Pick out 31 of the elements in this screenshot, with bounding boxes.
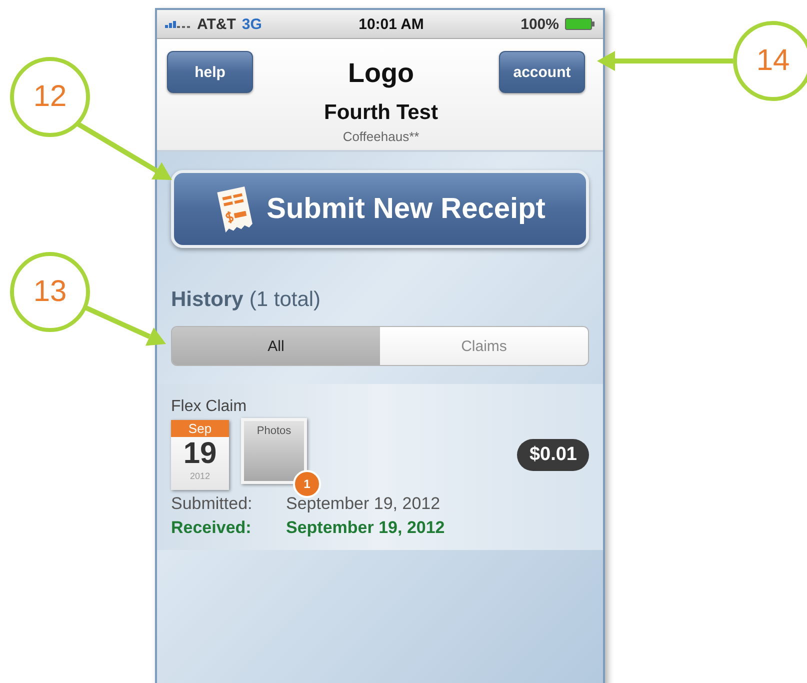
signal-icon — [165, 20, 191, 28]
date-label: Received: — [171, 518, 252, 538]
battery-icon — [565, 18, 595, 30]
account-button[interactable]: account — [499, 51, 585, 93]
receipt-icon — [214, 185, 255, 233]
callout-number: 12 — [10, 57, 90, 137]
date-value: September 19, 2012 — [286, 518, 446, 538]
help-button[interactable]: help — [167, 51, 253, 93]
day-number: 19 — [183, 437, 217, 471]
history-count: (1 total) — [249, 288, 321, 312]
year-label: 2012 — [190, 471, 210, 481]
page-subtitle: Coffeehaus** — [342, 128, 420, 144]
photo-count: 1 — [293, 470, 321, 498]
month-label: Sep — [171, 420, 229, 437]
history-heading: History — [171, 288, 244, 312]
photos-label: Photos — [256, 425, 292, 439]
callout-number: 14 — [733, 21, 807, 101]
claim-type: Flex Claim — [171, 398, 248, 416]
submit-receipt-button[interactable]: Submit New Receipt — [171, 170, 589, 248]
filter-tab[interactable]: Claims — [380, 327, 588, 365]
amount-pill: $0.01 — [517, 439, 589, 471]
page-title: Fourth Test — [323, 101, 439, 125]
carrier-name: AT&T — [197, 16, 236, 32]
network-type: 3G — [242, 16, 262, 32]
logo-text: Logo — [347, 58, 415, 88]
status-time: 10:01 AM — [358, 16, 424, 32]
battery-percent: 100% — [520, 16, 559, 32]
filter-tab[interactable]: All — [172, 327, 380, 365]
callout-number: 13 — [10, 252, 90, 332]
date-label: Submitted: — [171, 494, 254, 514]
claim-card[interactable]: Flex Claim Sep 19 2012 Photos 1 $0.01 Submitted: September 19, 2012 Received: September 19, 2012 — [157, 384, 603, 550]
